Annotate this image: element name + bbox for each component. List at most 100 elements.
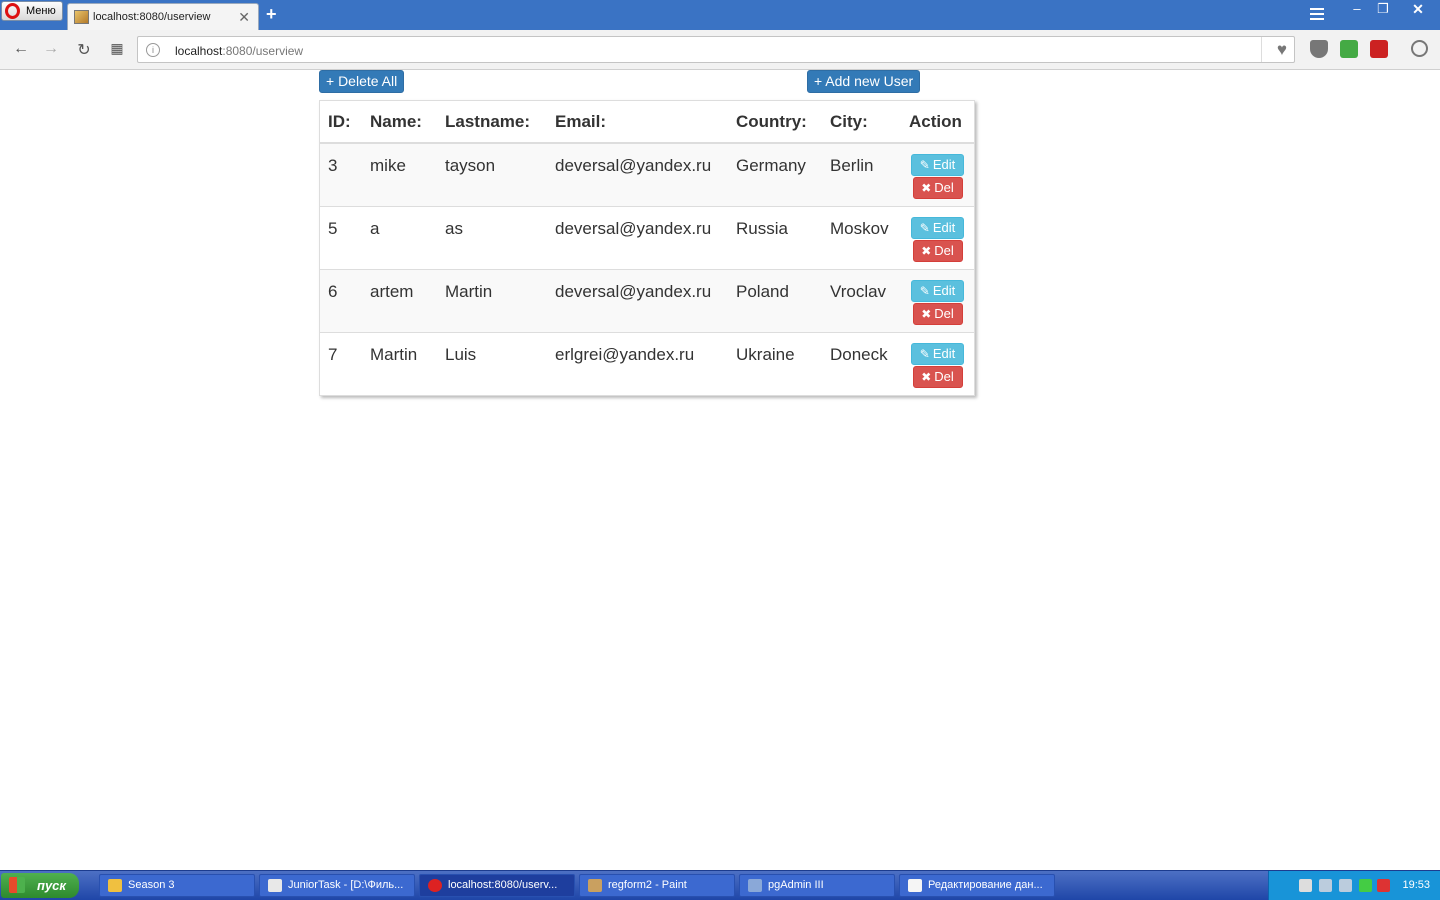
cell-email: deversal@yandex.ru [547, 142, 728, 206]
bookmark-heart-icon[interactable]: ♥ [1277, 40, 1287, 60]
cell-lastname: as [437, 205, 547, 269]
cell-email: deversal@yandex.ru [547, 268, 728, 332]
elephant-icon [748, 879, 762, 892]
cell-email: deversal@yandex.ru [547, 205, 728, 269]
taskbar-item-juniortask[interactable]: JuniorTask - [D:\Филь... [259, 874, 415, 897]
tab-close-icon[interactable]: ✕ [238, 9, 250, 26]
tab-favicon-icon [74, 10, 89, 24]
edit-button[interactable]: ✎ Edit [911, 342, 964, 365]
edit-button[interactable]: ✎ Edit [911, 216, 964, 239]
edit-icon: ✎ [919, 346, 930, 361]
del-label: Del [934, 305, 954, 321]
cell-country: Russia [728, 205, 822, 269]
taskbar-item-pgadmin[interactable]: pgAdmin III [739, 874, 895, 897]
back-arrow-icon[interactable]: ← [11, 40, 31, 58]
taskbar-item-label: JuniorTask - [D:\Филь... [288, 879, 404, 891]
browser-toolbar: ← → ↻ ▦ i localhost:8080/userview ♥ [0, 30, 1440, 70]
address-bar[interactable]: i localhost:8080/userview ♥ [137, 36, 1295, 63]
cell-city: Moskov [822, 205, 901, 269]
cell-name: artem [362, 268, 437, 332]
new-tab-button[interactable]: + [266, 4, 277, 25]
del-label: Del [934, 242, 954, 258]
ide-icon [268, 879, 282, 892]
cell-lastname: Luis [437, 331, 547, 395]
cell-action: ✎ Edit ✖ Del [901, 331, 974, 395]
amd-icon[interactable] [1377, 879, 1390, 892]
maximize-icon[interactable]: ❐ [1370, 0, 1396, 20]
antivirus-icon[interactable] [1359, 879, 1372, 892]
opera-icon [428, 879, 442, 892]
table-row: 5 a as deversal@yandex.ru Russia Moskov … [320, 205, 974, 269]
cell-city: Vroclav [822, 268, 901, 332]
edit-button[interactable]: ✎ Edit [911, 279, 964, 302]
column-header-city: City: [822, 101, 901, 144]
taskbar-item-season3[interactable]: Season 3 [99, 874, 255, 897]
site-info-icon[interactable]: i [146, 43, 160, 57]
delete-button[interactable]: ✖ Del [912, 365, 963, 388]
address-bar-divider [1261, 37, 1262, 62]
cell-name: Martin [362, 331, 437, 395]
cell-id: 5 [320, 205, 362, 269]
taskbar-item-label: Редактирование дан... [928, 879, 1043, 891]
ublock-extension-icon[interactable] [1310, 40, 1328, 58]
cell-country: Germany [728, 142, 822, 206]
browser-titlebar: Меню localhost:8080/userview ✕ + – ❐ ✕ [0, 0, 1440, 30]
delete-button[interactable]: ✖ Del [912, 302, 963, 325]
edit-icon: ✎ [919, 220, 930, 235]
os-taskbar: пуск Season 3 JuniorTask - [D:\Филь... l… [0, 870, 1440, 900]
table-row: 6 artem Martin deversal@yandex.ru Poland… [320, 268, 974, 332]
cell-id: 6 [320, 268, 362, 332]
edit-label: Edit [932, 282, 956, 298]
add-new-user-button[interactable]: + Add new User [807, 70, 921, 93]
column-header-country: Country: [728, 101, 822, 144]
edit-label: Edit [932, 345, 956, 361]
cell-action: ✎ Edit ✖ Del [901, 268, 974, 332]
flash-extension-icon[interactable] [1370, 40, 1388, 58]
downloads-icon[interactable] [1411, 40, 1428, 57]
start-label: пуск [37, 878, 66, 893]
table-row: 7 Martin Luis erlgrei@yandex.ru Ukraine … [320, 331, 974, 395]
del-label: Del [934, 180, 954, 195]
cell-lastname: Martin [437, 268, 547, 332]
column-header-action: Action [901, 101, 974, 144]
taskbar-item-editing[interactable]: Редактирование дан... [899, 874, 1055, 897]
network2-icon[interactable] [1339, 879, 1352, 892]
delete-button[interactable]: ✖ Del [912, 239, 963, 262]
cell-city: Berlin [822, 142, 901, 206]
forward-arrow-icon[interactable]: → [41, 40, 61, 58]
edit-label: Edit [932, 219, 956, 235]
tabs-menu-icon[interactable] [1310, 8, 1324, 20]
minimize-icon[interactable]: – [1344, 0, 1370, 20]
clock: 19:53 [1402, 879, 1430, 891]
tab-title: localhost:8080/userview [93, 11, 211, 23]
edit-icon: ✎ [919, 158, 930, 172]
browser-tab-active[interactable]: localhost:8080/userview ✕ [67, 3, 259, 30]
address-url[interactable]: localhost:8080/userview [175, 44, 303, 58]
network-icon[interactable] [1319, 879, 1332, 892]
bluetooth-icon[interactable] [1299, 879, 1312, 892]
url-host: localhost [175, 44, 223, 58]
opera-logo-icon [5, 3, 20, 19]
reload-icon[interactable]: ↻ [74, 40, 94, 60]
taskbar-item-label: regform2 - Paint [608, 879, 687, 891]
system-tray: 19:53 [1268, 871, 1440, 900]
cell-country: Ukraine [728, 331, 822, 395]
start-button[interactable]: пуск [1, 873, 79, 898]
del-label: Del [934, 368, 954, 384]
download-extension-icon[interactable] [1340, 40, 1358, 58]
taskbar-item-browser[interactable]: localhost:8080/userv... [419, 874, 575, 897]
speed-dial-grid-icon[interactable]: ▦ [107, 40, 127, 57]
column-header-lastname: Lastname: [437, 101, 547, 144]
column-header-id: ID: [320, 101, 362, 144]
delete-all-button[interactable]: + Delete All [319, 70, 405, 93]
delete-x-icon: ✖ [921, 306, 932, 321]
window-close-icon[interactable]: ✕ [1396, 0, 1440, 20]
cell-lastname: tayson [437, 142, 547, 206]
edit-button[interactable]: ✎ Edit [911, 154, 964, 176]
taskbar-item-paint[interactable]: regform2 - Paint [579, 874, 735, 897]
cell-action: ✎ Edit ✖ Del [901, 205, 974, 269]
browser-menu-button[interactable]: Меню [1, 1, 63, 21]
delete-x-icon: ✖ [921, 243, 932, 258]
cell-name: a [362, 205, 437, 269]
delete-button[interactable]: ✖ Del [912, 177, 963, 199]
